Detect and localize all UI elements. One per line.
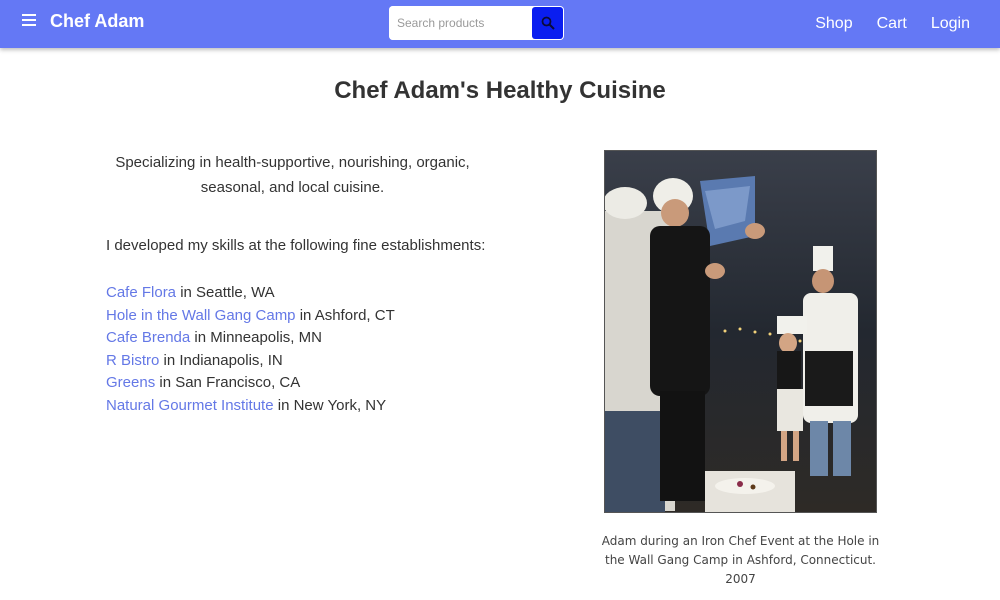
list-item: R Bistro in Indianapolis, IN — [106, 350, 395, 373]
list-item: Greens in San Francisco, CA — [106, 372, 395, 395]
establishment-link-greens[interactable]: Greens — [106, 374, 155, 391]
search-button[interactable] — [532, 7, 563, 39]
photo-illustration — [605, 151, 876, 512]
hamburger-menu-icon[interactable] — [22, 14, 38, 30]
establishment-location: in San Francisco, CA — [155, 374, 301, 391]
establishment-link-r-bistro[interactable]: R Bistro — [106, 352, 159, 369]
chef-event-photo — [604, 150, 877, 513]
search-bar — [389, 6, 564, 40]
nav-links: Shop Cart Login — [815, 0, 970, 48]
intro-text: Specializing in health-supportive, nouri… — [115, 154, 470, 196]
nav-link-shop[interactable]: Shop — [815, 15, 852, 33]
nav-link-cart[interactable]: Cart — [877, 15, 907, 33]
nav-link-login[interactable]: Login — [931, 15, 970, 33]
establishment-link-natural-gourmet[interactable]: Natural Gourmet Institute — [106, 397, 274, 414]
search-input[interactable] — [389, 6, 532, 40]
page-title: Chef Adam's Healthy Cuisine — [334, 77, 666, 104]
establishment-link-cafe-brenda[interactable]: Cafe Brenda — [106, 329, 190, 346]
top-navbar: Chef Adam Shop Cart Login — [0, 0, 1000, 48]
list-item: Cafe Brenda in Minneapolis, MN — [106, 327, 395, 350]
photo-caption: Adam during an Iron Chef Event at the Ho… — [601, 534, 880, 586]
establishment-location: in Indianapolis, IN — [159, 351, 283, 369]
establishment-location: in Ashford, CT — [295, 306, 395, 324]
establishment-location: in Seattle, WA — [176, 284, 275, 301]
brand-logo[interactable]: Chef Adam — [50, 11, 144, 32]
establishment-link-hole-in-the-wall[interactable]: Hole in the Wall Gang Camp — [106, 307, 296, 324]
establishments-list: Cafe Flora in Seattle, WA Hole in the Wa… — [106, 282, 395, 417]
list-item: Natural Gourmet Institute in New York, N… — [106, 395, 395, 418]
skills-intro: I developed my skills at the following f… — [106, 237, 486, 254]
establishment-location: in Minneapolis, MN — [190, 329, 322, 346]
establishment-location: in New York, NY — [273, 396, 387, 414]
establishment-link-cafe-flora[interactable]: Cafe Flora — [106, 284, 176, 301]
search-icon — [541, 16, 555, 30]
list-item: Cafe Flora in Seattle, WA — [106, 282, 395, 305]
list-item: Hole in the Wall Gang Camp in Ashford, C… — [106, 305, 395, 328]
